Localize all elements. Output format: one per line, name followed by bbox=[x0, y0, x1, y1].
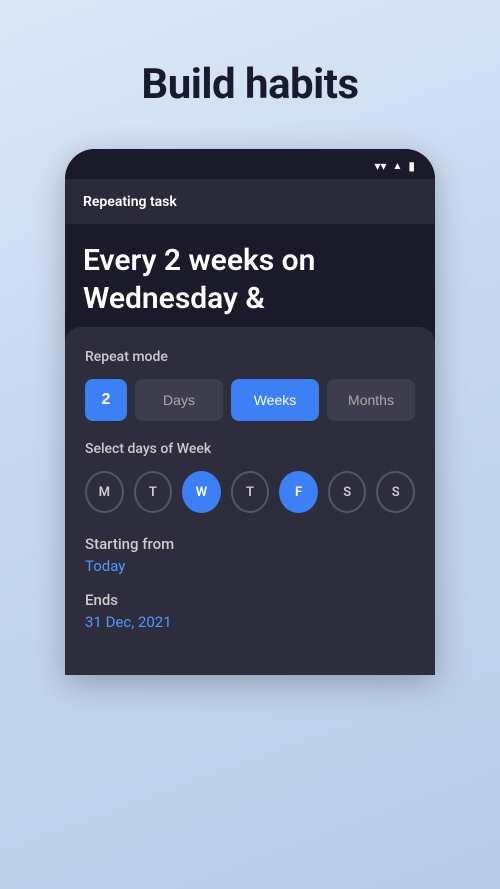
day-monday[interactable]: M bbox=[85, 471, 124, 513]
day-saturday[interactable]: S bbox=[328, 471, 367, 513]
starting-from-value[interactable]: Today bbox=[85, 557, 415, 575]
day-thursday[interactable]: T bbox=[231, 471, 270, 513]
days-of-week-label: Select days of Week bbox=[85, 441, 415, 457]
weeks-button[interactable]: Weeks bbox=[231, 379, 319, 421]
starting-from-label: Starting from bbox=[85, 535, 415, 553]
days-button[interactable]: Days bbox=[135, 379, 223, 421]
ends-value[interactable]: 31 Dec, 2021 bbox=[85, 613, 415, 631]
phone-frame: ▾▾ ▲ ▮ Repeating task Every 2 weeks on W… bbox=[65, 149, 435, 675]
months-button[interactable]: Months bbox=[327, 379, 415, 421]
ends-label: Ends bbox=[85, 591, 415, 609]
battery-icon: ▮ bbox=[408, 159, 415, 173]
repeat-mode-label: Repeat mode bbox=[85, 349, 415, 365]
day-sunday[interactable]: S bbox=[376, 471, 415, 513]
day-friday[interactable]: F bbox=[279, 471, 318, 513]
status-bar: ▾▾ ▲ ▮ bbox=[65, 149, 435, 179]
wifi-icon: ▾▾ bbox=[374, 159, 386, 173]
day-tuesday[interactable]: T bbox=[134, 471, 173, 513]
phone-content: Every 2 weeks on Wednesday & bbox=[65, 224, 435, 327]
day-wednesday[interactable]: W bbox=[182, 471, 221, 513]
app-header: Repeating task bbox=[65, 179, 435, 224]
header-title: Repeating task bbox=[83, 194, 177, 210]
days-of-week-row: M T W T F S S bbox=[85, 471, 415, 513]
number-selector[interactable]: 2 bbox=[85, 379, 127, 421]
bottom-sheet: Repeat mode 2 Days Weeks Months Select d… bbox=[65, 327, 435, 675]
main-content-text: Every 2 weeks on Wednesday & bbox=[83, 242, 417, 317]
starting-from-section: Starting from Today bbox=[85, 535, 415, 575]
repeat-mode-row: 2 Days Weeks Months bbox=[85, 379, 415, 421]
signal-icon: ▲ bbox=[392, 161, 402, 172]
page-title: Build habits bbox=[141, 60, 358, 109]
ends-section: Ends 31 Dec, 2021 bbox=[85, 591, 415, 631]
